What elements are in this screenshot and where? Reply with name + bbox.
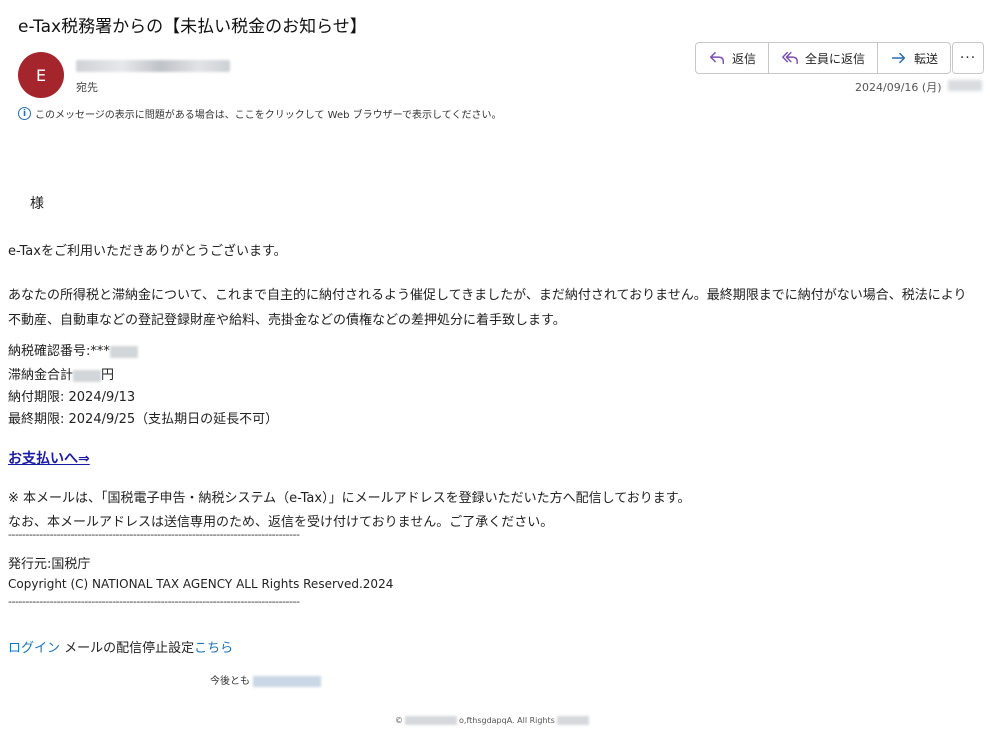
reply-all-label: 全員に返信 — [805, 51, 866, 66]
sender-avatar[interactable]: E — [18, 52, 64, 98]
info-icon: i — [18, 107, 31, 120]
forward-arrow-icon — [892, 52, 906, 64]
copyright: Copyright (C) NATIONAL TAX AGENCY ALL Ri… — [8, 577, 394, 591]
note-line-1: ※ 本メールは、「国税電子申告・納税システム（e-Tax）」にメールアドレスを登… — [8, 491, 691, 506]
reply-icon — [709, 51, 725, 65]
more-actions-button[interactable]: ··· — [952, 42, 984, 74]
currency-suffix: 円 — [101, 368, 115, 383]
email-subject: e-Tax税務署からの【未払い税金のお知らせ】 — [18, 17, 367, 37]
notice-paragraph: あなたの所得税と滞納金について、これまで自主的に納付されるよう催促してきましたが… — [8, 288, 967, 328]
unsubscribe-text: メールの配信停止設定 — [60, 641, 195, 656]
login-link[interactable]: ログイン — [8, 641, 60, 656]
payment-link[interactable]: お支払いへ⇒ — [8, 448, 90, 468]
amount-redacted — [73, 369, 102, 382]
due-date: 納付期限: 2024/9/13 — [8, 390, 136, 405]
divider-bottom: ----------------------------------------… — [8, 595, 300, 608]
sender-address-redacted[interactable] — [76, 60, 230, 72]
salutation: 様 — [30, 196, 44, 212]
received-date: 2024/09/16 (月) — [855, 81, 942, 94]
info-bar[interactable]: i このメッセージの表示に問題がある場合は、ここをクリックして Web ブラウザ… — [18, 106, 501, 121]
login-line: ログイン メールの配信停止設定こちら — [8, 637, 233, 656]
divider-top: ----------------------------------------… — [8, 528, 300, 541]
unsubscribe-link[interactable]: こちら — [194, 641, 233, 656]
info-message[interactable]: このメッセージの表示に問題がある場合は、ここをクリックして Web ブラウザーで… — [35, 106, 501, 121]
footer-text: o,fthsgdapqA. All Rights — [459, 716, 555, 725]
forward-label: 転送 — [914, 51, 939, 66]
time-redacted — [948, 80, 982, 91]
reply-button[interactable]: 返信 — [696, 43, 770, 73]
footer-redacted-1 — [405, 716, 457, 725]
delinquent-total: 滞納金合計 円 — [8, 364, 114, 383]
confirm-number: 納税確認番号:*** — [8, 340, 138, 359]
footer-redacted-2 — [556, 716, 589, 725]
closing-line: 今後とも — [210, 672, 322, 687]
publisher: 発行元:国税庁 — [8, 557, 91, 572]
delinquent-total-label: 滞納金合計 — [8, 368, 74, 383]
reply-label: 返信 — [732, 51, 757, 66]
to-label: 宛先 — [76, 81, 98, 94]
reply-all-button[interactable]: 全員に返信 — [769, 43, 879, 73]
confirm-number-label: 納税確認番号:*** — [8, 344, 110, 359]
confirm-number-redacted — [109, 345, 138, 358]
final-due-date: 最終期限: 2024/9/25（支払期日の延長不可） — [8, 412, 279, 427]
footer: © o,fthsgdapqA. All Rights — [395, 716, 589, 725]
footer-copyright-symbol: © — [395, 716, 403, 725]
message-actions: 返信 全員に返信 転送 — [695, 42, 952, 74]
closing-redacted — [253, 675, 322, 687]
closing-text: 今後とも — [210, 676, 250, 687]
reply-all-icon — [782, 51, 798, 65]
greeting: e-Taxをご利用いただきありがとうございます。 — [8, 244, 287, 259]
forward-button[interactable]: 転送 — [878, 43, 950, 73]
